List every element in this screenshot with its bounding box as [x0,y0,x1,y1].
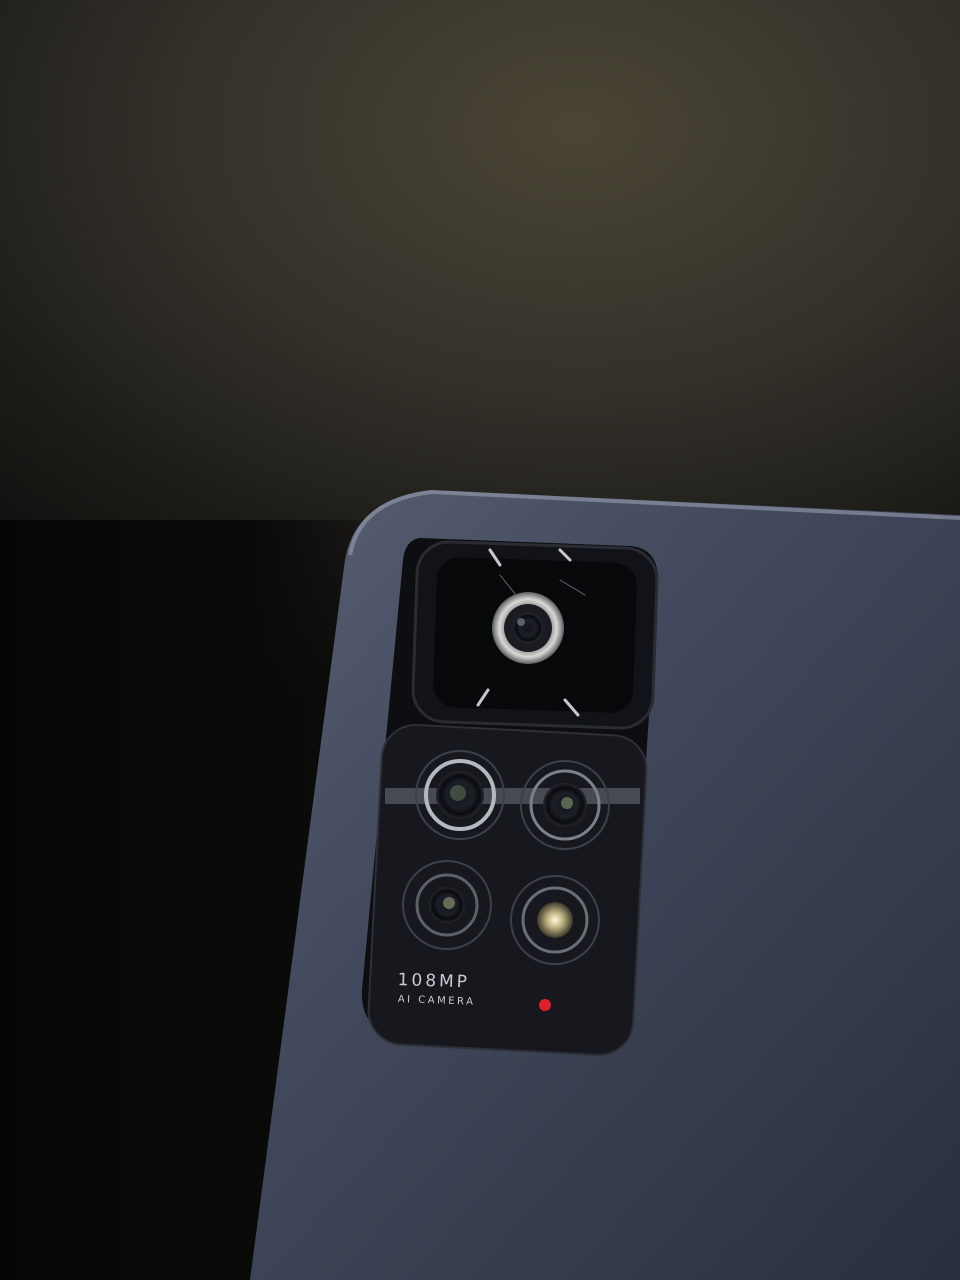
red-indicator-dot [539,999,551,1011]
photo-scene: 108MP AI CAMERA [0,0,960,1280]
megapixel-label: 108MP [397,970,471,993]
flash [537,902,573,938]
phone-illustration [250,489,960,1280]
glare-band [385,788,640,804]
secondary-camera-block [367,723,648,1056]
main-lens [513,613,543,643]
